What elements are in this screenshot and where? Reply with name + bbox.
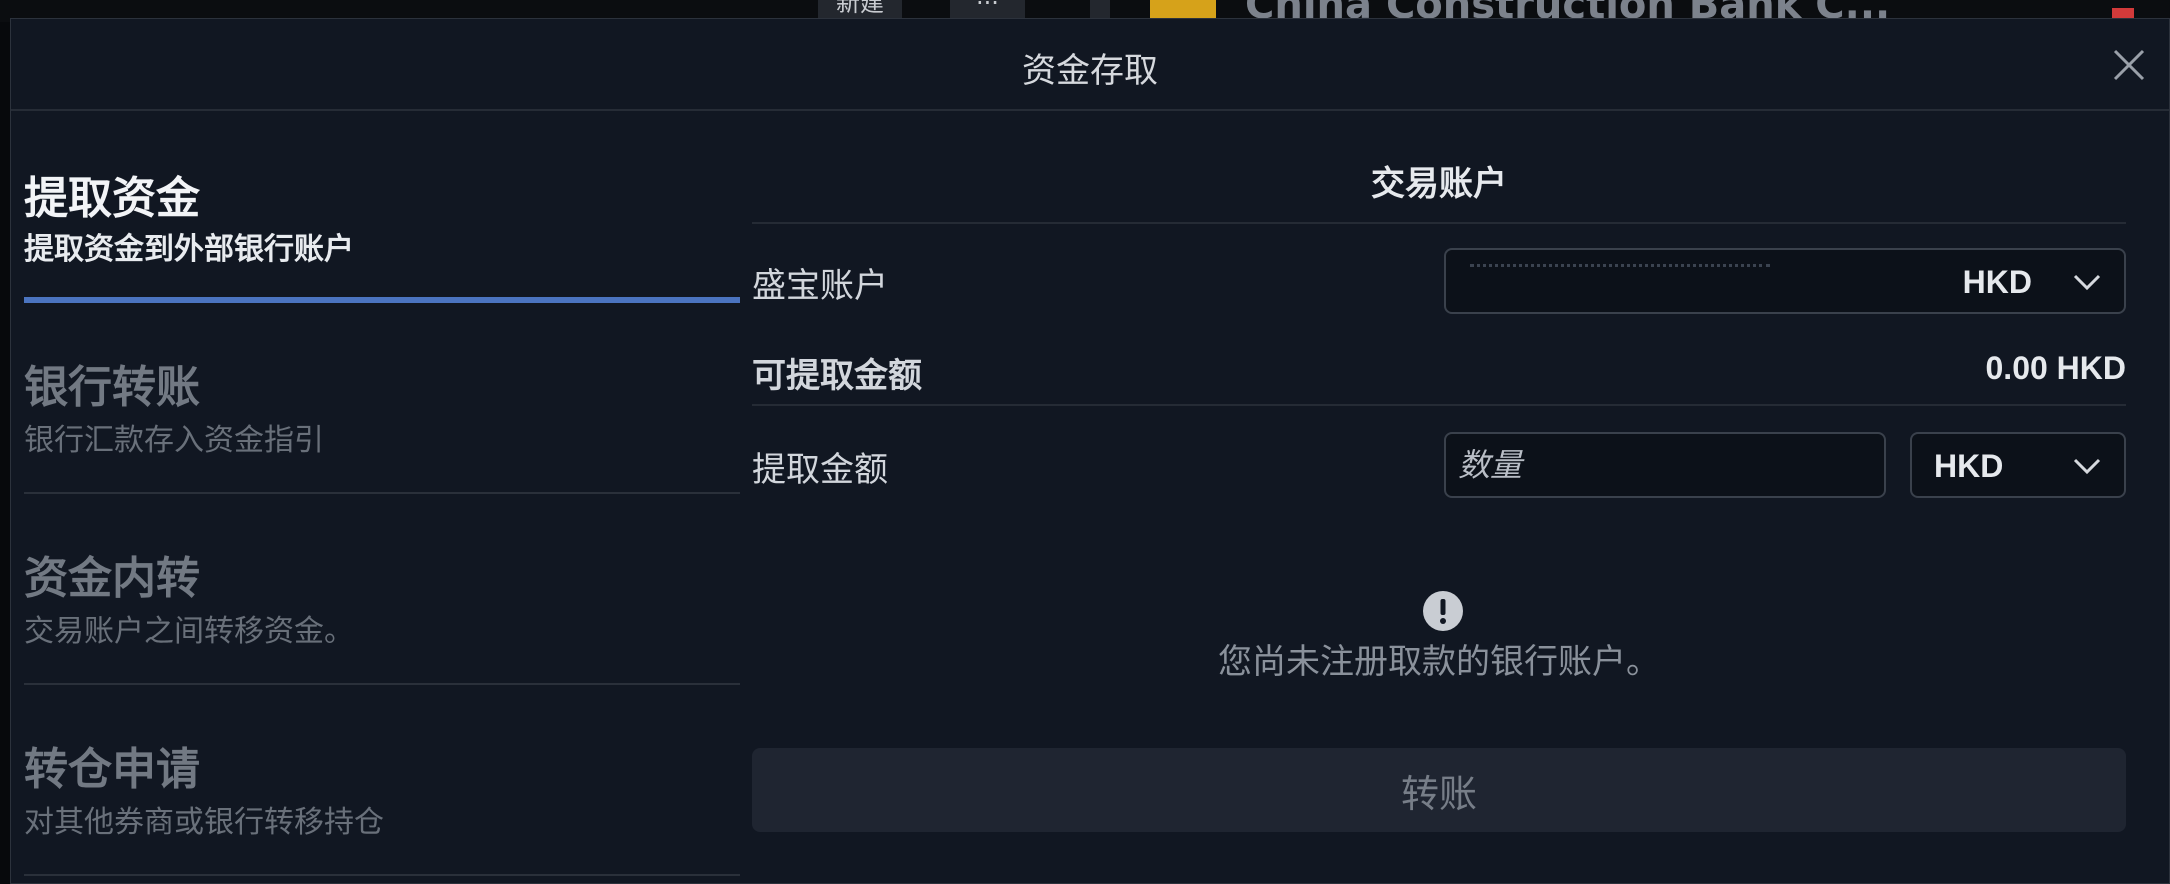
amount-input[interactable]	[1446, 434, 1884, 496]
account-select[interactable]: HKD	[1444, 248, 2126, 314]
close-icon	[2113, 49, 2145, 81]
nav-item-subtitle: 提取资金到外部银行账户	[24, 232, 354, 267]
nav-item-title: 提取资金	[24, 173, 200, 224]
available-label: 可提取金额	[752, 356, 922, 396]
no-bank-account-notice: 您尚未注册取款的银行账户。	[1218, 642, 1660, 682]
nav-item-title: 银行转账	[24, 362, 200, 413]
masked-account-number	[1470, 264, 1770, 271]
background-panel-tab	[1090, 0, 1110, 20]
transfer-type-nav: 提取资金 提取资金到外部银行账户 银行转账 银行汇款存入资金指引 资金内转 交易…	[24, 140, 740, 876]
account-currency: HKD	[1962, 264, 2032, 300]
amount-field[interactable]	[1444, 432, 1886, 498]
dialog-header: 资金存取	[11, 19, 2169, 111]
background-new-button: 新建	[818, 0, 902, 20]
warning-icon	[1423, 591, 1463, 631]
nav-item-subtitle: 银行汇款存入资金指引	[24, 423, 324, 458]
nav-item-position-transfer[interactable]: 转仓申请 对其他券商或银行转移持仓	[24, 685, 740, 876]
divider	[752, 404, 2126, 406]
nav-item-withdraw[interactable]: 提取资金 提取资金到外部银行账户	[24, 140, 740, 303]
nav-item-subtitle: 交易账户之间转移资金。	[24, 614, 354, 649]
nav-item-subtitle: 对其他券商或银行转移持仓	[24, 805, 384, 840]
nav-item-bank-transfer[interactable]: 银行转账 银行汇款存入资金指引	[24, 303, 740, 494]
close-button[interactable]	[2111, 47, 2147, 83]
available-value: 0.00 HKD	[1985, 350, 2127, 386]
divider	[752, 222, 2126, 224]
transfer-button[interactable]: 转账	[752, 748, 2126, 832]
background-more-button: ···	[950, 0, 1025, 20]
amount-currency: HKD	[1934, 448, 2004, 484]
chevron-down-icon	[2073, 458, 2101, 475]
dialog-title: 资金存取	[1022, 51, 1158, 91]
chevron-down-icon	[2073, 274, 2101, 291]
nav-item-title: 转仓申请	[24, 744, 200, 795]
nav-item-internal-transfer[interactable]: 资金内转 交易账户之间转移资金。	[24, 494, 740, 685]
amount-label: 提取金额	[752, 450, 888, 490]
amount-currency-select[interactable]: HKD	[1910, 432, 2126, 498]
nav-item-title: 资金内转	[24, 553, 200, 604]
panel-heading: 交易账户	[1371, 164, 1507, 204]
account-label: 盛宝账户	[752, 266, 888, 306]
